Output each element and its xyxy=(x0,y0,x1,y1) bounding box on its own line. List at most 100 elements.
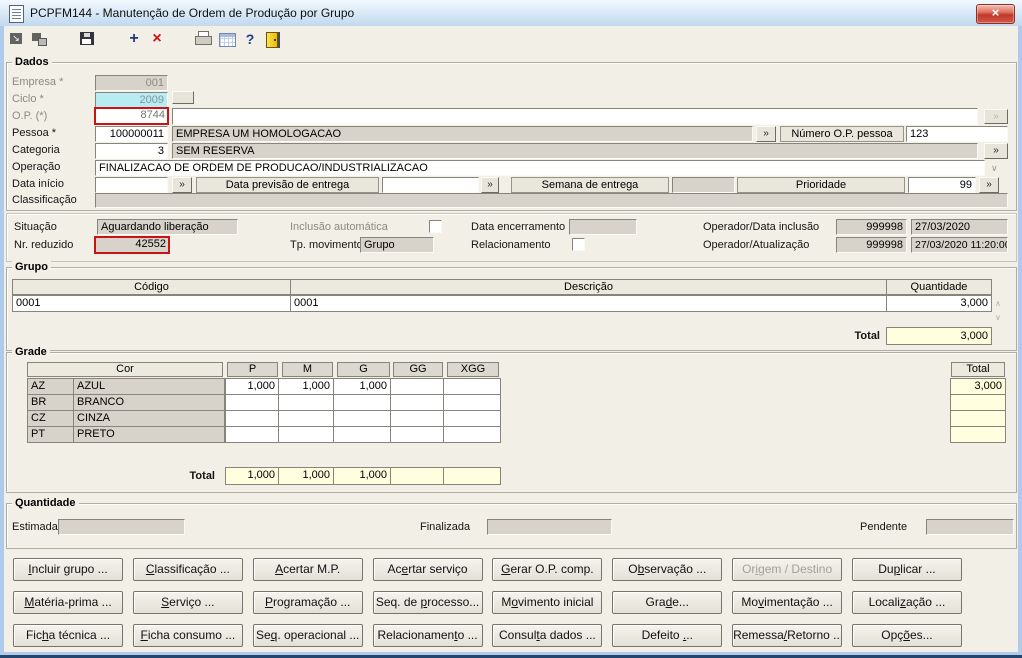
situacao-field: Aguardando liberação xyxy=(97,219,238,235)
grupo-header-quantidade: Quantidade xyxy=(886,279,992,295)
inclusao-automatica-label: Inclusão automática xyxy=(290,221,388,233)
grupo-total-field: 3,000 xyxy=(886,327,992,345)
op-field[interactable]: 8744 xyxy=(94,107,169,125)
numero-op-pessoa-label: Número O.P. pessoa xyxy=(780,126,904,142)
grupo-scroll-down-icon[interactable]: ∨ xyxy=(995,313,1001,322)
estimada-field xyxy=(58,519,185,535)
pessoa-field[interactable]: 100000011 xyxy=(95,126,168,142)
inclusao-automatica-checkbox[interactable] xyxy=(429,220,442,233)
empresa-label: Empresa * xyxy=(12,76,64,88)
grupo-header-descricao: Descrição xyxy=(290,279,887,295)
grade-legend: Grade xyxy=(12,346,50,358)
data-previsao-field[interactable] xyxy=(382,177,479,193)
window-title: PCPFM144 - Manutenção de Ordem de Produç… xyxy=(30,6,355,20)
classificacao-label: Classificação xyxy=(12,194,77,206)
situacao-label: Situação xyxy=(14,221,57,233)
grade-header-gg: GG xyxy=(393,362,443,377)
quantidade-legend: Quantidade xyxy=(12,497,79,509)
numero-op-pessoa-field[interactable]: 123 xyxy=(906,126,1008,142)
title-bar: PCPFM144 - Manutenção de Ordem de Produç… xyxy=(0,0,1022,26)
export-window-icon[interactable]: ↘ xyxy=(8,31,26,47)
print-icon[interactable] xyxy=(194,31,212,47)
pendente-field xyxy=(926,519,1014,535)
save-icon[interactable] xyxy=(78,31,96,47)
dados-legend: Dados xyxy=(12,56,52,68)
grade-header-xgg: XGG xyxy=(447,362,499,377)
op-label: O.P. (*) xyxy=(12,110,48,122)
data-inicio-label: Data início xyxy=(12,178,64,190)
app-window: PCPFM144 - Manutenção de Ordem de Produç… xyxy=(0,0,1022,658)
empresa-field: 001 xyxy=(95,75,168,91)
pendente-label: Pendente xyxy=(860,521,908,533)
categoria-label: Categoria xyxy=(12,144,60,156)
grupo-scroll-up-icon[interactable]: ∧ xyxy=(995,299,1001,308)
finalizada-field xyxy=(487,519,612,535)
tp-movimento-label: Tp. movimento xyxy=(290,239,363,251)
pessoa-description-field: EMPRESA UM HOMOLOGACAO xyxy=(172,126,753,142)
grade-header-cor: Cor xyxy=(27,362,223,377)
grupo-legend: Grupo xyxy=(12,261,51,273)
operador-inclusao-data-field: 27/03/2020 xyxy=(911,219,1008,235)
export-window-glyph: ↘ xyxy=(10,33,22,44)
operador-inclusao-id-field: 999998 xyxy=(836,219,907,235)
operacao-combo[interactable]: FINALIZACAO DE ORDEM DE PRODUCAO/INDUSTR… xyxy=(95,160,985,176)
grupo-total-label: Total xyxy=(854,330,880,342)
grade-header-total: Total xyxy=(951,362,1005,377)
nr-reduzido-label: Nr. reduzido xyxy=(14,239,74,251)
cascade-windows-icon[interactable] xyxy=(30,31,48,47)
semana-entrega-field xyxy=(672,177,735,193)
grade-header-m: M xyxy=(282,362,333,377)
operacao-dropdown-chevron-icon[interactable]: ∨ xyxy=(991,164,998,173)
operador-atualizacao-label: Operador/Atualização xyxy=(703,239,810,251)
finalizada-label: Finalizada xyxy=(420,521,471,533)
grupo-cell-descricao[interactable]: 0001 xyxy=(290,295,887,312)
add-icon[interactable]: + xyxy=(125,31,143,47)
pessoa-lookup-button[interactable]: » xyxy=(756,126,776,142)
grade-header-g: G xyxy=(337,362,390,377)
data-previsao-label: Data previsão de entrega xyxy=(196,177,379,193)
prioridade-label: Prioridade xyxy=(737,177,905,193)
data-encerramento-field xyxy=(569,219,637,235)
delete-icon[interactable]: × xyxy=(148,31,166,47)
data-encerramento-label: Data encerramento xyxy=(471,221,566,233)
grupo-cell-codigo[interactable]: 0001 xyxy=(12,295,291,312)
tp-movimento-field: Grupo xyxy=(360,237,434,253)
grid-icon[interactable] xyxy=(218,31,236,47)
grid-glyph xyxy=(219,33,236,47)
exit-door-icon[interactable] xyxy=(263,31,281,48)
categoria-description-field: SEM RESERVA xyxy=(172,143,978,159)
help-icon[interactable]: ? xyxy=(241,31,259,47)
operador-atualizacao-id-field: 999998 xyxy=(836,237,907,253)
printer-body-glyph xyxy=(195,36,212,45)
semana-entrega-label: Semana de entrega xyxy=(511,177,669,193)
prioridade-lookup-button[interactable]: » xyxy=(979,177,999,193)
data-inicio-lookup-button[interactable]: » xyxy=(172,177,192,193)
classificacao-field xyxy=(95,193,1008,208)
floppy-glyph xyxy=(80,32,94,45)
grupo-cell-quantidade[interactable]: 3,000 xyxy=(886,295,992,312)
categoria-lookup-button[interactable]: » xyxy=(984,143,1008,159)
op-lookup-button-disabled: » xyxy=(984,109,1008,124)
pessoa-label: Pessoa * xyxy=(12,127,57,139)
prioridade-field[interactable]: 99 xyxy=(908,177,976,193)
window-document-icon xyxy=(9,5,24,23)
door-glyph xyxy=(266,32,278,48)
operador-atualizacao-data-field: 27/03/2020 11:20:00 xyxy=(911,237,1008,253)
grupo-header-codigo: Código xyxy=(12,279,291,295)
operacao-label: Operação xyxy=(12,161,61,173)
data-inicio-field[interactable] xyxy=(95,177,168,193)
estimada-label: Estimada xyxy=(12,521,58,533)
categoria-field[interactable]: 3 xyxy=(95,143,168,159)
ciclo-field[interactable]: 2009 xyxy=(95,92,168,108)
grade-total-label: Total xyxy=(189,470,215,482)
grade-header-p: P xyxy=(227,362,278,377)
close-button[interactable]: × xyxy=(976,4,1015,24)
relacionamento-checkbox[interactable] xyxy=(572,238,585,251)
data-previsao-lookup-button[interactable]: » xyxy=(481,177,499,193)
operador-inclusao-label: Operador/Data inclusão xyxy=(703,221,820,233)
op-description-field[interactable] xyxy=(172,108,978,125)
ciclo-small-button[interactable] xyxy=(172,91,194,104)
ciclo-label: Ciclo * xyxy=(12,93,44,105)
cascade-glyph-front xyxy=(38,38,47,46)
relacionamento-label: Relacionamento xyxy=(471,239,551,251)
